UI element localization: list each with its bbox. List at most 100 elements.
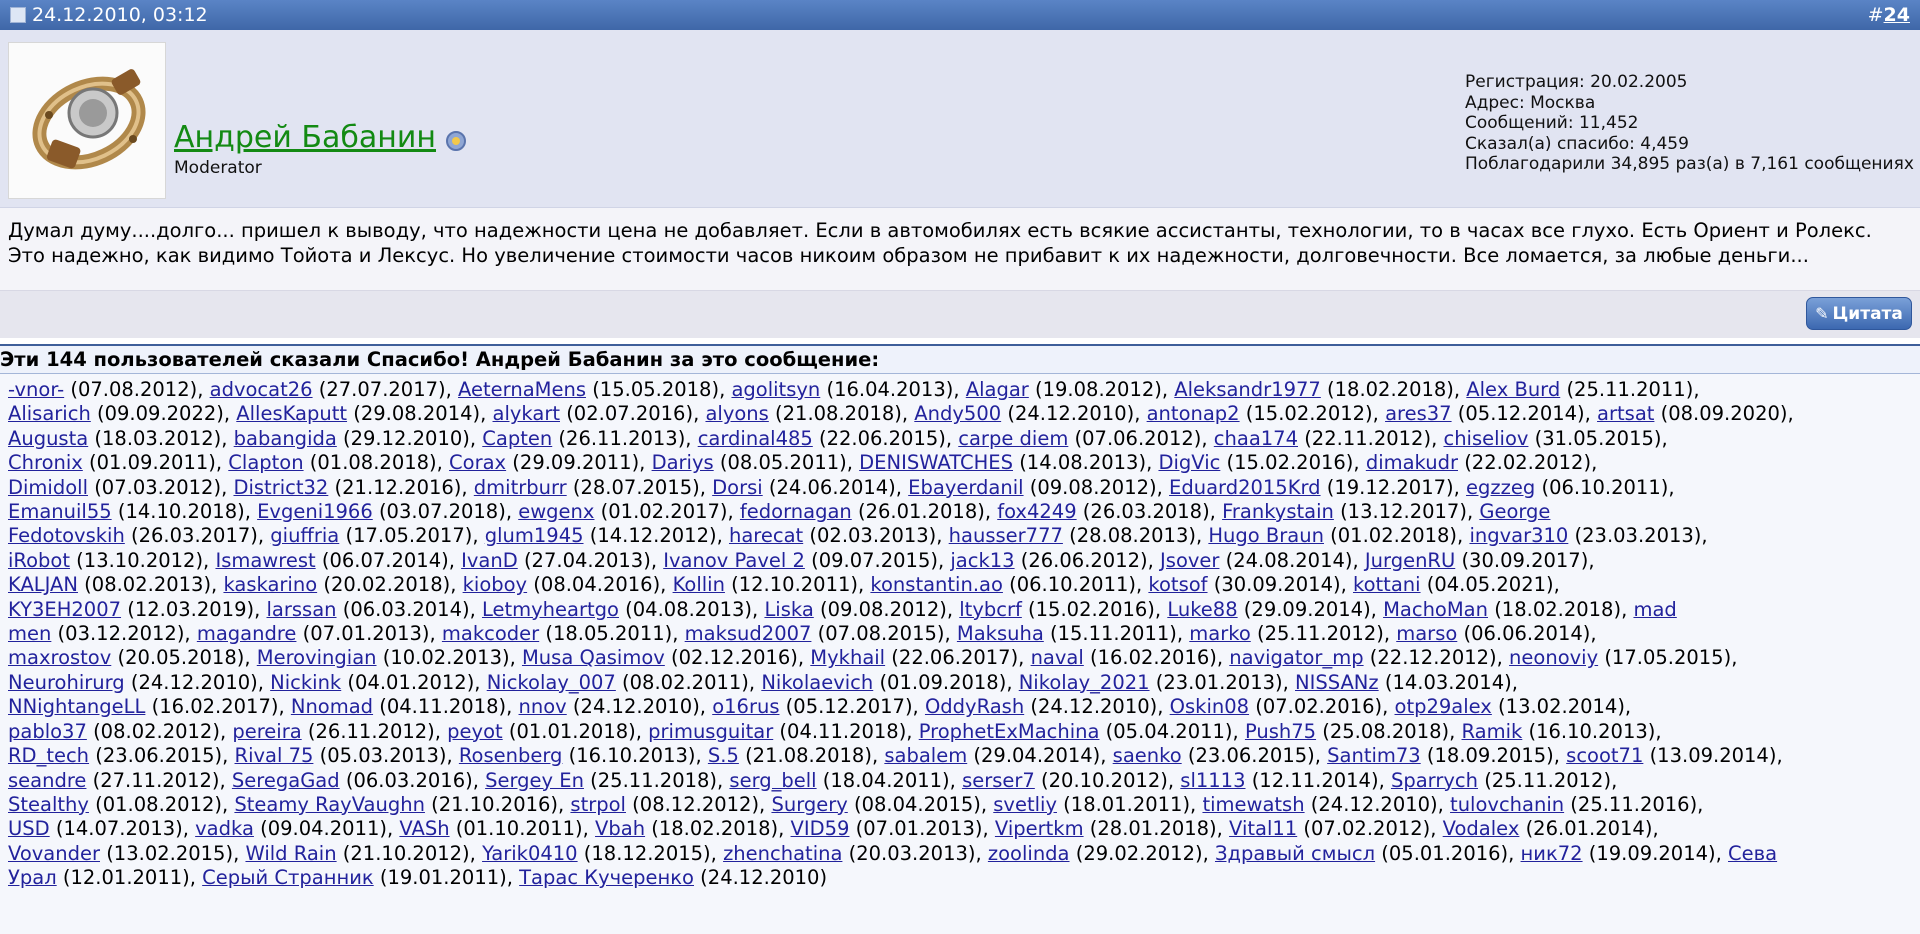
thanks-user-link[interactable]: VID59 [791,817,850,840]
thanks-user-link[interactable]: Wild Rain [245,842,336,865]
thanks-user-link[interactable]: kotsof [1148,573,1207,596]
thanks-user-link[interactable]: navigator_mp [1229,646,1363,669]
thanks-user-link[interactable]: scoot71 [1566,744,1643,767]
thanks-user-link[interactable]: Push75 [1245,720,1316,743]
thanks-user-link[interactable]: Maksuha [957,622,1044,645]
thanks-user-link[interactable]: VASh [399,817,449,840]
thanks-user-link[interactable]: Yarik0410 [482,842,578,865]
thanks-user-link[interactable]: Stealthy [8,793,89,816]
thanks-user-link[interactable]: kioboy [463,573,528,596]
thanks-user-link[interactable]: makcoder [442,622,539,645]
thanks-user-link[interactable]: o16rus [712,695,779,718]
thanks-user-link[interactable]: ник72 [1521,842,1583,865]
thanks-user-link[interactable]: sabalem [884,744,967,767]
thanks-user-link[interactable]: OddyRash [925,695,1024,718]
thanks-user-link[interactable]: Santim73 [1327,744,1421,767]
thanks-user-link[interactable]: antonap2 [1147,402,1240,425]
thanks-user-link[interactable]: marso [1396,622,1457,645]
thanks-user-link[interactable]: chiseliov [1443,427,1528,450]
thanks-user-link[interactable]: Kollin [673,573,725,596]
thanks-user-link[interactable]: Dariys [652,451,714,474]
thanks-user-link[interactable]: serser7 [962,769,1035,792]
thanks-user-link[interactable]: advocat26 [210,378,313,401]
thanks-user-link[interactable]: AllesKaputt [236,402,347,425]
thanks-user-link[interactable]: Nikolaevich [761,671,873,694]
thanks-user-link[interactable]: George [1479,500,1550,523]
thanks-user-link[interactable]: magandre [197,622,297,645]
thanks-user-link[interactable]: naval [1031,646,1084,669]
thanks-user-link[interactable]: Eduard2015Krd [1169,476,1321,499]
thanks-user-link[interactable]: maxrostov [8,646,111,669]
thanks-user-link[interactable]: saenko [1113,744,1182,767]
thanks-user-link[interactable]: JurgenRU [1365,549,1455,572]
thanks-user-link[interactable]: DigVic [1158,451,1220,474]
thanks-user-link[interactable]: Nnomad [291,695,373,718]
thanks-user-link[interactable]: Frankystain [1222,500,1334,523]
thanks-user-link[interactable]: strpol [570,793,626,816]
thanks-user-link[interactable]: dmitrburr [474,476,567,499]
thanks-user-link[interactable]: konstantin.ao [870,573,1003,596]
thanks-user-link[interactable]: IvanD [461,549,518,572]
thanks-user-link[interactable]: S.5 [708,744,739,767]
thanks-user-link[interactable]: Sparrych [1391,769,1478,792]
thanks-user-link[interactable]: ares37 [1385,402,1452,425]
thanks-user-link[interactable]: Sergey En [485,769,584,792]
thanks-user-link[interactable]: alyons [705,402,768,425]
thanks-user-link[interactable]: Rival 75 [235,744,314,767]
thanks-user-link[interactable]: Nikolay_2021 [1019,671,1150,694]
thanks-user-link[interactable]: Letmyheartgo [482,598,619,621]
thanks-user-link[interactable]: Mykhail [810,646,885,669]
thanks-user-link[interactable]: Vbah [595,817,645,840]
thanks-user-link[interactable]: peyot [447,720,503,743]
thanks-user-link[interactable]: nnov [519,695,567,718]
thanks-user-link[interactable]: Alisarich [8,402,91,425]
thanks-user-link[interactable]: Ebayerdanil [908,476,1023,499]
thanks-user-link[interactable]: Ramik [1462,720,1523,743]
thanks-user-link[interactable]: DENISWATCHES [859,451,1013,474]
thanks-user-link[interactable]: MachoMan [1383,598,1488,621]
thanks-user-link[interactable]: Vital11 [1229,817,1297,840]
thanks-user-link[interactable]: Merovingian [257,646,377,669]
thanks-user-link[interactable]: pablo37 [8,720,87,743]
thanks-user-link[interactable]: Nickolay_007 [487,671,616,694]
thanks-user-link[interactable]: Aleksandr1977 [1174,378,1321,401]
thanks-user-link[interactable]: maksud2007 [685,622,812,645]
thanks-user-link[interactable]: Evgeni1966 [257,500,373,523]
thanks-user-link[interactable]: Andy500 [914,402,1001,425]
thanks-user-link[interactable]: kottani [1353,573,1421,596]
thanks-user-link[interactable]: primusguitar [648,720,773,743]
thanks-user-link[interactable]: Oskin08 [1170,695,1249,718]
thanks-user-link[interactable]: alykart [493,402,560,425]
thanks-user-link[interactable]: Surgery [771,793,847,816]
thanks-user-link[interactable]: Vovander [8,842,100,865]
thanks-user-link[interactable]: tulovchanin [1450,793,1564,816]
thanks-user-link[interactable]: Jsover [1160,549,1219,572]
thanks-user-link[interactable]: Dorsi [712,476,763,499]
thanks-user-link[interactable]: Emanuil55 [8,500,112,523]
thanks-user-link[interactable]: Alex Burd [1466,378,1560,401]
thanks-user-link[interactable]: Musa Qasimov [522,646,665,669]
thanks-user-link[interactable]: KALJAN [8,573,78,596]
thanks-user-link[interactable]: Hugo Braun [1208,524,1324,547]
thanks-user-link[interactable]: timewatsh [1202,793,1304,816]
thanks-user-link[interactable]: artsat [1597,402,1654,425]
thanks-user-link[interactable]: Тарас Кучеренко [519,866,694,889]
thanks-user-link[interactable]: Corax [449,451,506,474]
thanks-user-link[interactable]: Vodalex [1443,817,1520,840]
thanks-user-link[interactable]: Capten [482,427,552,450]
thanks-user-link[interactable]: Dimidoll [8,476,88,499]
thanks-user-link[interactable]: Augusta [8,427,88,450]
thanks-user-link[interactable]: Clapton [228,451,303,474]
username-link[interactable]: Андрей Бабанин [174,120,436,155]
thanks-user-link[interactable]: fedornagan [740,500,852,523]
thanks-user-link[interactable]: -vnor- [8,378,64,401]
thanks-user-link[interactable]: Alagar [966,378,1029,401]
thanks-user-link[interactable]: larssan [267,598,337,621]
thanks-user-link[interactable]: seandre [8,769,86,792]
thanks-user-link[interactable]: dimakudr [1366,451,1458,474]
thanks-user-link[interactable]: Сева [1728,842,1777,865]
thanks-user-link[interactable]: NNightangeLL [8,695,145,718]
thanks-user-link[interactable]: mad [1633,598,1676,621]
thanks-user-link[interactable]: serg_bell [729,769,816,792]
thanks-user-link[interactable]: ltybcrf [959,598,1022,621]
